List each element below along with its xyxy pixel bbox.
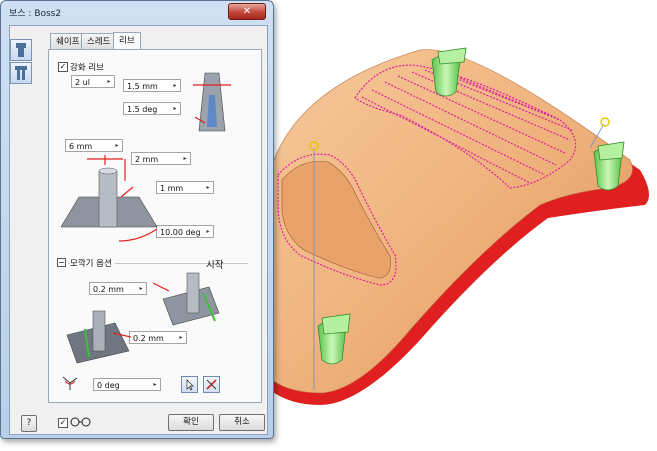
- flip-icon: [206, 379, 217, 390]
- rib-angle-field[interactable]: 10.00 deg ▸: [156, 225, 214, 238]
- dropdown-arrow-icon[interactable]: ▸: [112, 140, 122, 151]
- boss-rib-illustration: [60, 155, 158, 242]
- cancel-button[interactable]: 취소: [219, 414, 265, 431]
- dropdown-arrow-icon[interactable]: ▸: [104, 76, 114, 87]
- dropdown-arrow-icon[interactable]: ▸: [180, 153, 190, 164]
- dropdown-arrow-icon[interactable]: ▸: [170, 80, 180, 91]
- glasses-preview-icon: [70, 417, 91, 427]
- fillet-top-illustration: [153, 272, 220, 326]
- rib-enable-label: 강화 리브: [70, 63, 104, 73]
- boss-dialog: 보스 : Boss2 ✕ 쉐이프 스레드 리브 ✓ 강화 리브 2 ul ▸ 1.…: [0, 0, 274, 439]
- dropdown-arrow-icon[interactable]: ▸: [203, 226, 213, 237]
- flip-direction-button[interactable]: [203, 376, 220, 393]
- dropdown-arrow-icon[interactable]: ▸: [136, 283, 146, 294]
- rib-thickness-field[interactable]: 1.5 mm ▸: [123, 79, 181, 92]
- select-pointer-button[interactable]: [181, 376, 198, 393]
- axis-point[interactable]: [600, 117, 610, 127]
- dropdown-arrow-icon[interactable]: ▸: [176, 332, 186, 343]
- dropdown-arrow-icon[interactable]: ▸: [203, 182, 213, 193]
- close-button[interactable]: ✕: [228, 3, 266, 20]
- rotation-axis-icon: [62, 376, 78, 390]
- fillet-section-label: 모깍기 옵션: [70, 257, 115, 269]
- preview-checkbox[interactable]: ✓: [58, 418, 68, 428]
- boss-type-thread-icon[interactable]: [10, 62, 32, 84]
- dropdown-arrow-icon[interactable]: ▸: [150, 379, 160, 390]
- cursor-icon: [186, 379, 194, 391]
- ok-button[interactable]: 확인: [168, 414, 214, 431]
- title-bar[interactable]: 보스 : Boss2 ✕: [1, 1, 273, 23]
- fillet-bottom-field[interactable]: 0.2 mm ▸: [129, 331, 187, 344]
- rib-width-field[interactable]: 1 mm ▸: [156, 181, 214, 194]
- dialog-title: 보스 : Boss2: [9, 9, 62, 19]
- rotation-field[interactable]: 0 deg ▸: [93, 378, 161, 391]
- collapse-toggle-icon[interactable]: −: [57, 258, 66, 267]
- boss-type-head-icon[interactable]: [10, 39, 32, 61]
- cad-viewport[interactable]: [268, 0, 657, 451]
- fillet-top-field[interactable]: 0.2 mm ▸: [89, 282, 147, 295]
- tab-thread[interactable]: 스레드: [81, 33, 117, 50]
- rib-draft-field[interactable]: 1.5 deg ▸: [123, 102, 181, 115]
- rib-count-field[interactable]: 2 ul ▸: [71, 75, 115, 88]
- dropdown-arrow-icon[interactable]: ▸: [170, 103, 180, 114]
- rib-section-illustration: [193, 72, 231, 132]
- help-button[interactable]: ?: [21, 415, 37, 432]
- fillet-bottom-illustration: [66, 310, 132, 364]
- rib-enable-checkbox[interactable]: ✓: [58, 62, 68, 72]
